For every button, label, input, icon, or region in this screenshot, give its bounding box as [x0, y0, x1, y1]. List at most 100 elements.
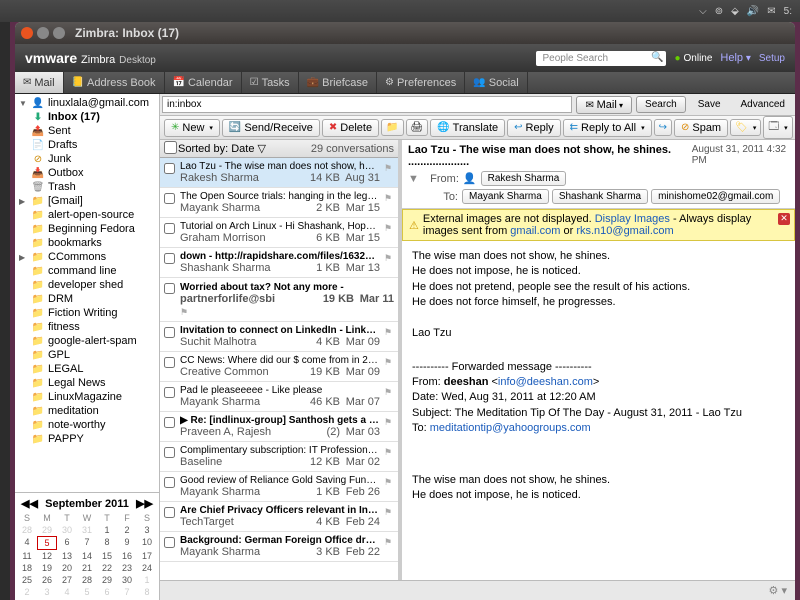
folder-alert-open-source[interactable]: 📁alert-open-source	[17, 208, 157, 222]
cal-day[interactable]: 28	[17, 524, 37, 536]
cal-day[interactable]: 10	[137, 536, 157, 550]
wifi-icon[interactable]: ⬙	[731, 6, 739, 17]
folder-gpl[interactable]: 📁GPL	[17, 348, 157, 362]
cal-day[interactable]: 30	[117, 574, 137, 586]
flag-icon[interactable]: ⚑	[384, 445, 394, 468]
folder-beginningfedora[interactable]: 📁Beginning Fedora	[17, 222, 157, 236]
tag-button[interactable]: 🏷	[730, 119, 761, 136]
cal-day[interactable]: 31	[77, 524, 97, 536]
cal-day[interactable]: 6	[57, 536, 77, 550]
message-checkbox[interactable]	[164, 447, 175, 458]
cal-day[interactable]: 8	[137, 586, 157, 598]
cal-day[interactable]: 3	[37, 586, 57, 598]
to-chip[interactable]: minishome02@gmail.com	[651, 189, 780, 204]
message-checkbox[interactable]	[164, 253, 175, 264]
bluetooth-icon[interactable]: ⌵	[699, 6, 707, 17]
online-status[interactable]: Online	[674, 53, 712, 64]
window-maximize-button[interactable]	[53, 27, 65, 39]
cal-day[interactable]: 5	[77, 586, 97, 598]
message-checkbox[interactable]	[164, 357, 175, 368]
cal-day[interactable]: 7	[117, 586, 137, 598]
cal-day[interactable]: 29	[37, 524, 57, 536]
message-checkbox[interactable]	[164, 387, 175, 398]
cal-day[interactable]: 9	[117, 536, 137, 550]
cal-day[interactable]: 22	[97, 562, 117, 574]
message-checkbox[interactable]	[164, 283, 175, 294]
folder-developershed[interactable]: 📁developer shed	[17, 278, 157, 292]
cal-day[interactable]: 21	[77, 562, 97, 574]
cal-day[interactable]: 11	[17, 550, 37, 562]
flag-icon[interactable]: ⚑	[384, 221, 394, 244]
message-row[interactable]: Lao Tzu - The wise man does not show, he…	[160, 158, 398, 188]
message-row[interactable]: Worried about tax? Not any more - partne…	[160, 278, 398, 322]
folder-ccommons[interactable]: ▶📁CCommons	[17, 250, 157, 264]
forward-button[interactable]: ↪	[654, 119, 672, 136]
cal-day[interactable]: 2	[17, 586, 37, 598]
network-icon[interactable]: ⊚	[715, 6, 723, 17]
cal-day[interactable]: 19	[37, 562, 57, 574]
flag-icon[interactable]: ⚑	[384, 355, 394, 378]
move-button[interactable]: 📁	[381, 119, 403, 136]
to-chip[interactable]: Mayank Sharma	[462, 189, 549, 204]
flag-icon[interactable]: ⚑	[384, 251, 394, 274]
flag-icon[interactable]: ⚑	[384, 475, 394, 498]
cal-next-icon[interactable]: ▶▶	[136, 497, 153, 510]
reply-button[interactable]: ↩Reply	[507, 119, 561, 137]
folder-inbox[interactable]: ⬇Inbox (17)	[17, 110, 157, 124]
cal-day[interactable]: 27	[57, 574, 77, 586]
flag-icon[interactable]: ⚑	[384, 161, 394, 184]
message-checkbox[interactable]	[164, 327, 175, 338]
folder-bookmarks[interactable]: 📁bookmarks	[17, 236, 157, 250]
dismiss-warning-button[interactable]: ✕	[778, 213, 790, 225]
cal-day[interactable]: 17	[137, 550, 157, 562]
message-row[interactable]: Background: German Foreign Office drops …	[160, 532, 398, 562]
cal-day[interactable]: 28	[77, 574, 97, 586]
cal-day[interactable]: 12	[37, 550, 57, 562]
message-row[interactable]: Complimentary subscription: IT Professio…	[160, 442, 398, 472]
cal-day[interactable]: 24	[137, 562, 157, 574]
setup-link[interactable]: Setup	[759, 53, 785, 64]
cal-day[interactable]: 23	[117, 562, 137, 574]
message-checkbox[interactable]	[164, 163, 175, 174]
flag-icon[interactable]: ⚑	[180, 305, 190, 318]
message-row[interactable]: Good review of Reliance Gold Saving Fund…	[160, 472, 398, 502]
gear-icon[interactable]: ⚙ ▾	[769, 584, 787, 597]
new-button[interactable]: ✳New	[164, 119, 220, 137]
cal-day[interactable]: 25	[17, 574, 37, 586]
people-search-input[interactable]: People Search	[536, 51, 666, 66]
cal-day[interactable]: 3	[137, 524, 157, 536]
delete-button[interactable]: ✖Delete	[322, 119, 379, 137]
fw-from-email[interactable]: info@deeshan.com	[498, 376, 593, 388]
tab-preferences[interactable]: ⚙Preferences	[377, 72, 465, 93]
message-row[interactable]: Are Chief Privacy Officers relevant in I…	[160, 502, 398, 532]
flag-icon[interactable]: ⚑	[384, 535, 394, 558]
always-display-domain-link[interactable]: gmail.com	[510, 225, 560, 237]
folder-meditation[interactable]: 📁meditation	[17, 404, 157, 418]
folder-outbox[interactable]: 📥Outbox	[17, 166, 157, 180]
message-row[interactable]: Pad le pleaseeeee - Like pleaseMayank Sh…	[160, 382, 398, 412]
reply-all-button[interactable]: ⇇Reply to All	[563, 119, 652, 137]
send-receive-button[interactable]: 🔄Send/Receive	[222, 119, 320, 137]
flag-icon[interactable]: ⚑	[384, 385, 394, 408]
help-link[interactable]: Help ▾	[720, 52, 750, 64]
fw-to-email[interactable]: meditationtip@yahoogroups.com	[430, 422, 591, 434]
cal-day[interactable]: 7	[77, 536, 97, 550]
clock[interactable]: 5:	[784, 6, 792, 17]
window-minimize-button[interactable]	[37, 27, 49, 39]
flag-icon[interactable]: ⚑	[384, 505, 394, 528]
message-row[interactable]: The Open Source trials: hanging in the l…	[160, 188, 398, 218]
tab-mail[interactable]: ✉Mail	[15, 72, 64, 93]
cal-day[interactable]: 4	[57, 586, 77, 598]
cal-day[interactable]: 16	[117, 550, 137, 562]
cal-day[interactable]: 2	[117, 524, 137, 536]
message-row[interactable]: Invitation to connect on LinkedIn - Link…	[160, 322, 398, 352]
folder-drm[interactable]: 📁DRM	[17, 292, 157, 306]
folder-pappy[interactable]: 📁PAPPY	[17, 432, 157, 446]
advanced-search-button[interactable]: Advanced	[733, 97, 793, 112]
message-checkbox[interactable]	[164, 417, 175, 428]
flag-icon[interactable]: ⚑	[384, 325, 394, 348]
folder-junk[interactable]: ⊘Junk	[17, 152, 157, 166]
message-row[interactable]: Tutorial on Arch Linux - Hi Shashank, Ho…	[160, 218, 398, 248]
tab-calendar[interactable]: 📅Calendar	[165, 72, 242, 93]
folder-trash[interactable]: 🗑Trash	[17, 180, 157, 194]
